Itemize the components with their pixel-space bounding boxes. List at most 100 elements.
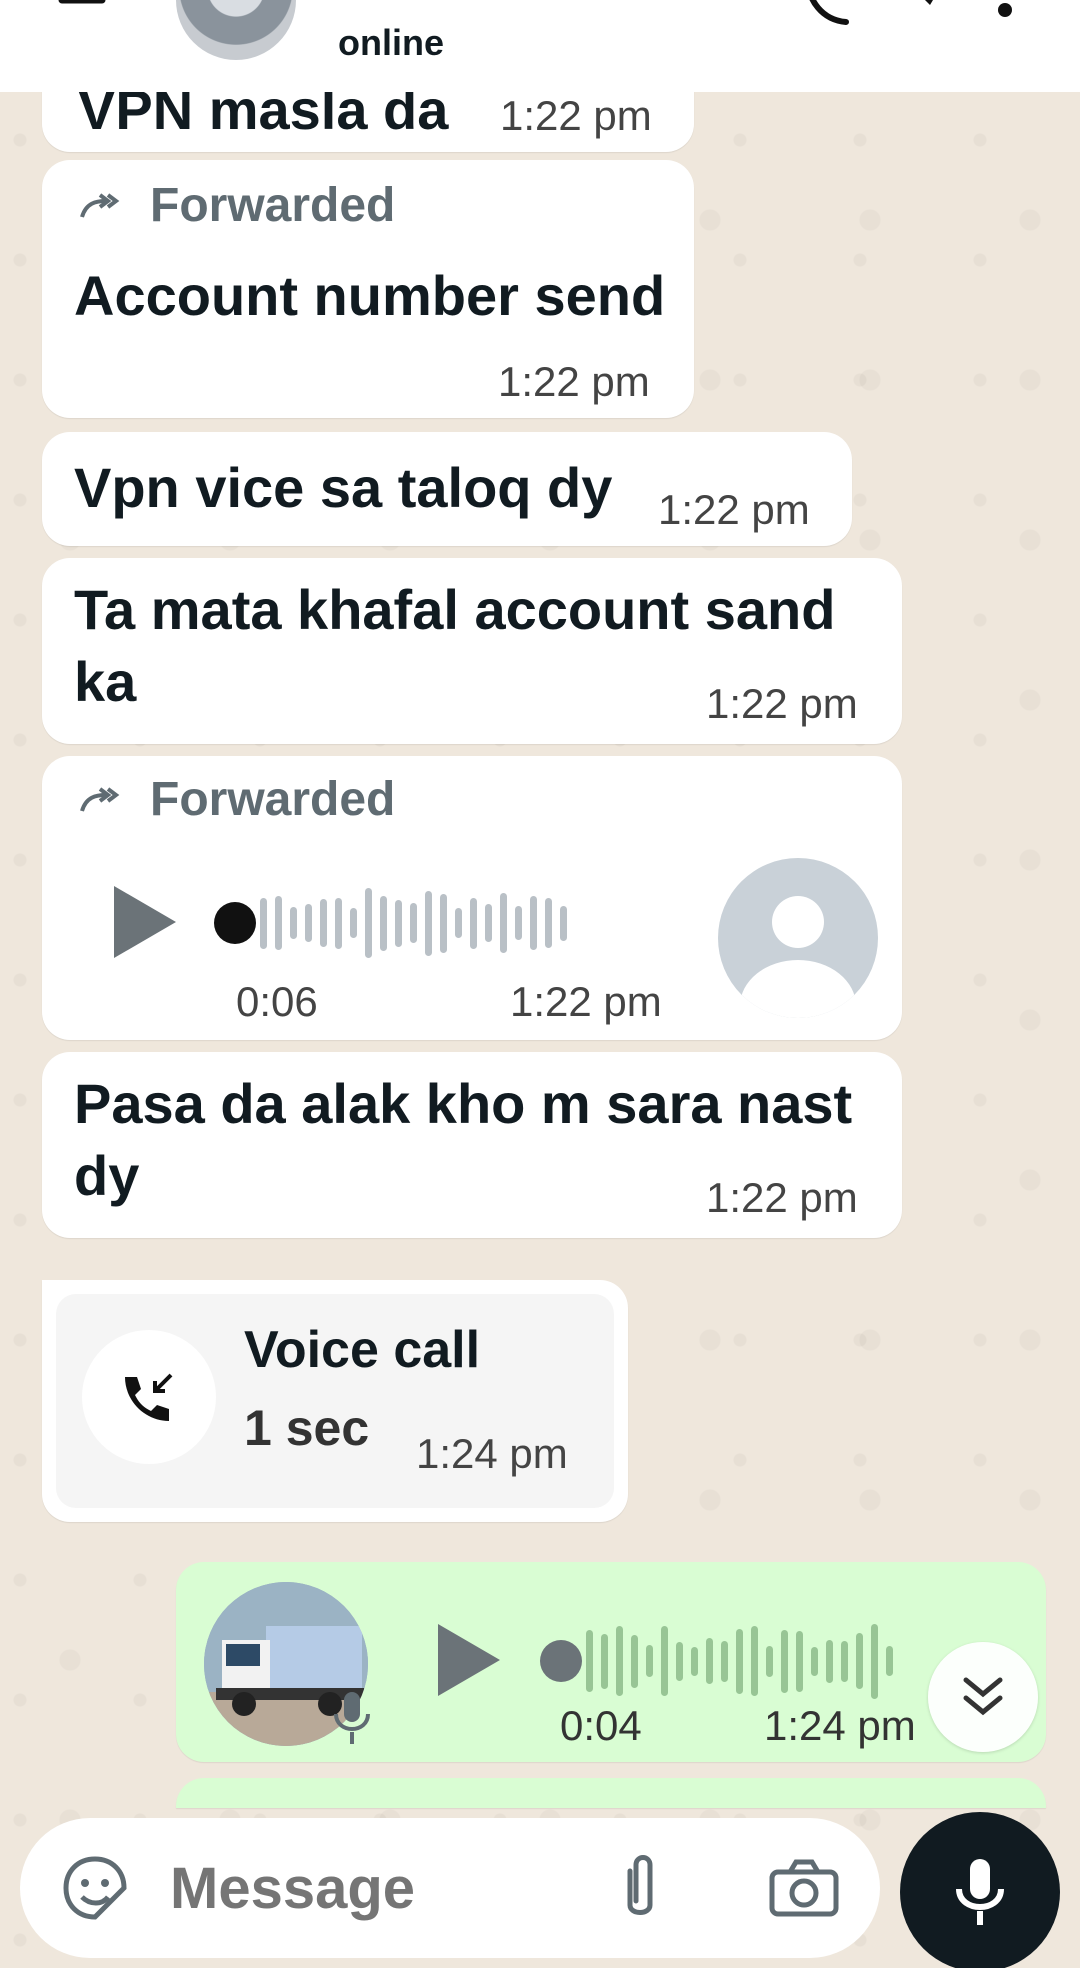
waveform-bar bbox=[455, 908, 462, 938]
waveform-bar bbox=[560, 905, 567, 941]
call-icon[interactable] bbox=[800, 0, 860, 30]
voice-record-button[interactable] bbox=[900, 1812, 1060, 1968]
message-bubble[interactable]: Forwarded Account number send 1:22 pm bbox=[42, 160, 694, 418]
more-vert-icon[interactable] bbox=[990, 0, 1020, 30]
waveform-bar bbox=[811, 1646, 818, 1676]
voice-waveform[interactable] bbox=[260, 884, 567, 962]
playback-knob[interactable] bbox=[540, 1640, 582, 1682]
waveform-bar bbox=[260, 897, 267, 949]
waveform-bar bbox=[871, 1623, 878, 1699]
chat-header: online bbox=[0, 0, 1080, 92]
message-input[interactable] bbox=[170, 1848, 590, 1928]
waveform-bar bbox=[320, 899, 327, 947]
waveform-bar bbox=[500, 893, 507, 953]
scroll-to-bottom-button[interactable] bbox=[928, 1642, 1038, 1752]
waveform-bar bbox=[380, 895, 387, 951]
voice-duration: 0:04 bbox=[560, 1702, 642, 1749]
message-text: Pasa da alak kho m sara nast bbox=[74, 1072, 853, 1135]
message-composer[interactable] bbox=[20, 1818, 880, 1958]
message-time: 1:22 pm bbox=[706, 1174, 858, 1221]
waveform-bar bbox=[751, 1626, 758, 1696]
forwarded-label: Forwarded bbox=[78, 178, 395, 233]
message-text: Ta mata khafal account sand bbox=[74, 578, 836, 641]
waveform-bar bbox=[601, 1633, 608, 1689]
outgoing-bubble-partial[interactable] bbox=[176, 1778, 1046, 1808]
waveform-bar bbox=[826, 1639, 833, 1683]
waveform-bar bbox=[721, 1640, 728, 1682]
call-icon-circle bbox=[82, 1330, 216, 1464]
mic-icon bbox=[956, 1859, 1004, 1925]
message-time: 1:22 pm bbox=[510, 978, 662, 1025]
waveform-bar bbox=[796, 1630, 803, 1692]
video-icon[interactable] bbox=[900, 0, 950, 10]
waveform-bar bbox=[676, 1641, 683, 1681]
waveform-bar bbox=[646, 1645, 653, 1677]
message-text: dy bbox=[74, 1144, 140, 1207]
waveform-bar bbox=[395, 899, 402, 947]
call-bubble[interactable]: Voice call 1 sec 1:24 pm bbox=[42, 1280, 628, 1522]
waveform-bar bbox=[485, 904, 492, 942]
waveform-bar bbox=[470, 897, 477, 949]
waveform-bar bbox=[706, 1638, 713, 1684]
voice-message-bubble[interactable]: Forwarded 0:06 1:22 pm bbox=[42, 756, 902, 1040]
sender-avatar-placeholder-icon bbox=[718, 858, 878, 1018]
waveform-bar bbox=[410, 903, 417, 943]
waveform-bar bbox=[440, 893, 447, 953]
waveform-bar bbox=[856, 1633, 863, 1689]
waveform-bar bbox=[365, 888, 372, 958]
waveform-bar bbox=[425, 890, 432, 956]
play-button[interactable] bbox=[438, 1624, 500, 1696]
waveform-bar bbox=[530, 896, 537, 950]
waveform-bar bbox=[335, 897, 342, 949]
outgoing-voice-bubble[interactable]: 0:04 1:24 pm bbox=[176, 1562, 1046, 1762]
call-duration: 1 sec bbox=[244, 1400, 370, 1456]
message-text: ka bbox=[74, 650, 137, 713]
waveform-bar bbox=[545, 898, 552, 948]
playback-knob[interactable] bbox=[214, 902, 256, 944]
message-bubble[interactable]: Pasa da alak kho m sara nast dy 1:22 pm bbox=[42, 1052, 902, 1238]
sticker-icon[interactable] bbox=[60, 1853, 130, 1923]
message-text: Account number send bbox=[74, 264, 666, 327]
voice-waveform[interactable] bbox=[586, 1622, 893, 1700]
waveform-bar bbox=[305, 904, 312, 942]
message-bubble[interactable]: Vpn vice sa taloq dy 1:22 pm bbox=[42, 432, 852, 546]
message-time: 1:22 pm bbox=[658, 486, 810, 533]
contact-status: online bbox=[338, 22, 444, 63]
call-title: Voice call bbox=[244, 1321, 481, 1379]
waveform-bar bbox=[586, 1630, 593, 1692]
waveform-bar bbox=[616, 1626, 623, 1696]
mic-badge-icon bbox=[334, 1692, 370, 1744]
forwarded-icon bbox=[80, 192, 120, 218]
message-time: 1:22 pm bbox=[706, 680, 858, 727]
message-bubble[interactable]: Ta mata khafal account sand ka 1:22 pm bbox=[42, 558, 902, 744]
contact-avatar[interactable] bbox=[176, 0, 296, 60]
waveform-bar bbox=[781, 1629, 788, 1693]
forwarded-text: Forwarded bbox=[150, 179, 396, 232]
waveform-bar bbox=[515, 906, 522, 940]
forwarded-label: Forwarded bbox=[78, 772, 395, 827]
message-time: 1:24 pm bbox=[764, 1702, 916, 1749]
play-button[interactable] bbox=[114, 886, 176, 958]
waveform-bar bbox=[631, 1634, 638, 1688]
message-time: 1:22 pm bbox=[498, 358, 650, 405]
waveform-bar bbox=[350, 908, 357, 938]
waveform-bar bbox=[275, 896, 282, 950]
forwarded-icon bbox=[80, 786, 120, 812]
waveform-bar bbox=[290, 907, 297, 939]
message-time: 1:22 pm bbox=[500, 92, 652, 139]
waveform-bar bbox=[841, 1640, 848, 1682]
waveform-bar bbox=[766, 1645, 773, 1677]
camera-icon[interactable] bbox=[768, 1858, 840, 1918]
back-arrow-icon[interactable] bbox=[52, 0, 112, 30]
forwarded-text: Forwarded bbox=[150, 773, 396, 826]
double-chevron-down-icon bbox=[963, 1677, 1003, 1716]
waveform-bar bbox=[736, 1628, 743, 1694]
waveform-bar bbox=[661, 1626, 668, 1696]
waveform-bar bbox=[886, 1646, 893, 1676]
waveform-bar bbox=[691, 1646, 698, 1676]
attach-icon[interactable] bbox=[620, 1853, 660, 1923]
message-text: Vpn vice sa taloq dy bbox=[74, 456, 613, 519]
message-time: 1:24 pm bbox=[416, 1430, 568, 1477]
voice-duration: 0:06 bbox=[236, 978, 318, 1025]
incoming-call-icon bbox=[125, 1373, 173, 1421]
